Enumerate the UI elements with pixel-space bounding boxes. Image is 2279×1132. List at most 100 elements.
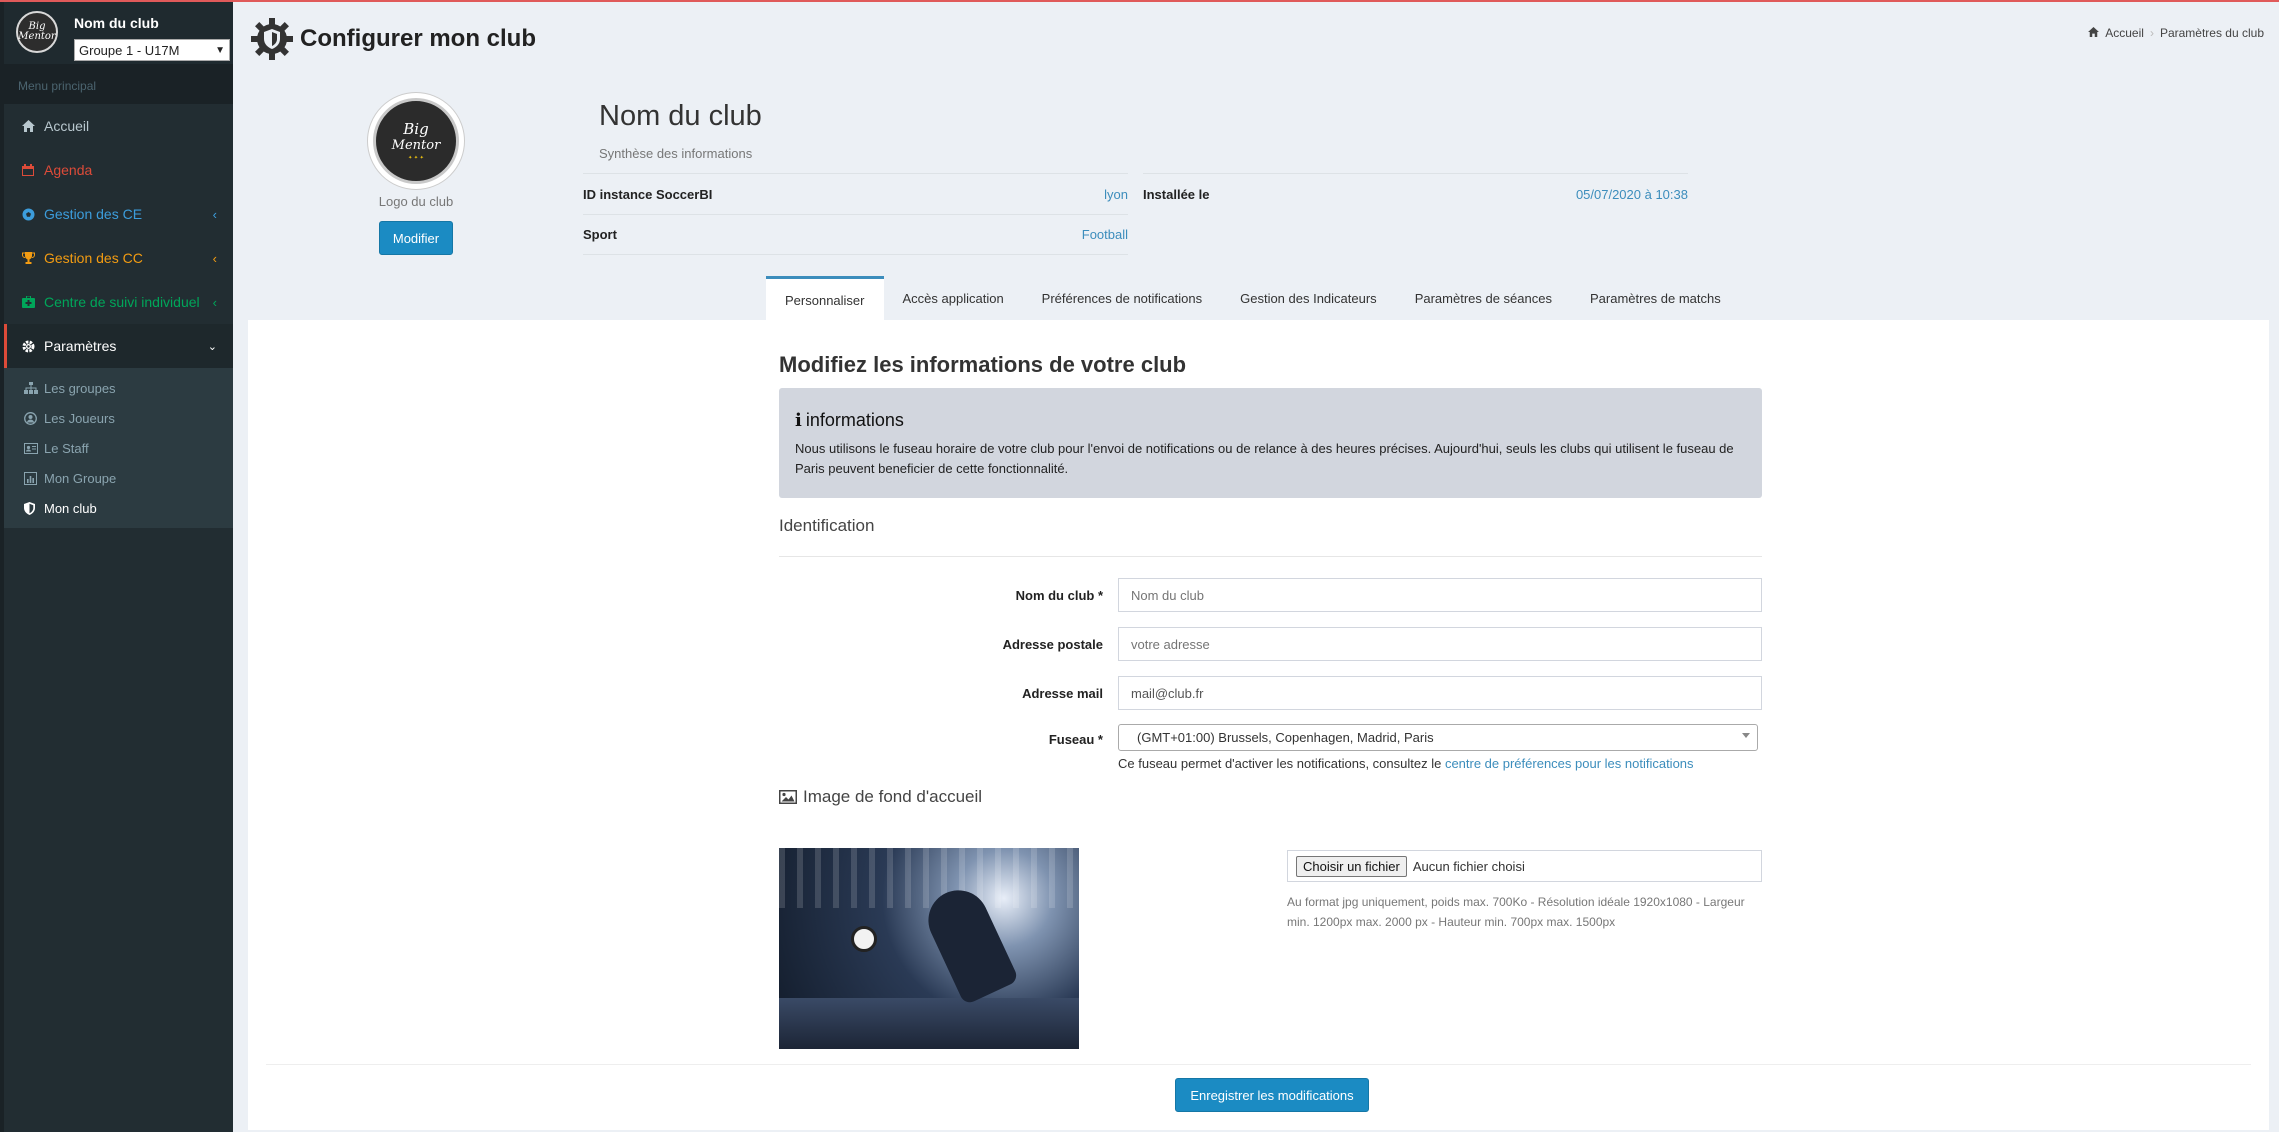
- club-subtitle: Synthèse des informations: [599, 146, 753, 161]
- user-circle-icon: [24, 411, 44, 425]
- sidebar-subitem-label: Les groupes: [44, 380, 116, 396]
- image-section-label: Image de fond d'accueil: [803, 787, 983, 806]
- main-content: Configurer mon club Accueil › Paramètres…: [233, 2, 2279, 1132]
- timezone-select[interactable]: (GMT+01:00) Brussels, Copenhagen, Madrid…: [1118, 724, 1758, 751]
- soccer-ball-icon: [22, 208, 44, 221]
- group-select[interactable]: Groupe 1 - U17M ▼: [74, 39, 230, 61]
- info-icon: i: [795, 410, 802, 431]
- sidebar-subitem-staff[interactable]: Le Staff: [4, 433, 233, 463]
- file-help: Au format jpg uniquement, poids max. 700…: [1287, 895, 1745, 929]
- sidebar-subitem-mon-club[interactable]: Mon club: [4, 493, 233, 523]
- tabs: Personnaliser Accès application Préféren…: [766, 276, 1740, 321]
- shield-icon: [24, 501, 44, 515]
- chevron-down-icon: ▼: [215, 44, 225, 56]
- choose-file-button[interactable]: Choisir un fichier: [1296, 855, 1407, 877]
- alert-title-text: informations: [805, 410, 904, 430]
- club-name-input[interactable]: [1118, 578, 1762, 612]
- info-value[interactable]: lyon: [1104, 187, 1128, 202]
- tab-gestion-indicateurs[interactable]: Gestion des Indicateurs: [1221, 276, 1396, 321]
- sidebar-item-label: Centre de suivi individuel: [44, 294, 200, 310]
- info-value[interactable]: Football: [1082, 227, 1128, 242]
- notifications-preferences-link[interactable]: centre de préférences pour les notificat…: [1445, 756, 1694, 771]
- address-label: Adresse postale: [1002, 637, 1103, 652]
- breadcrumb-current: Paramètres du club: [2159, 26, 2264, 40]
- timezone-label: Fuseau *: [1048, 732, 1103, 747]
- sidebar-subitem-label: Mon Groupe: [44, 470, 117, 486]
- info-key: ID instance SoccerBI: [583, 186, 713, 202]
- logo-decoration: ✦ ✦ ✦: [408, 154, 424, 161]
- home-icon: [2088, 26, 2100, 40]
- sidebar-subitem-label: Le Staff: [44, 440, 89, 456]
- timezone-help-text: Ce fuseau permet d'activer les notificat…: [1118, 756, 1442, 771]
- logo-label: Logo du club: [378, 194, 454, 209]
- sidebar-subitem-label: Mon club: [44, 500, 97, 516]
- pitch: [779, 998, 1079, 1049]
- club-logo: Big Mentor ✦ ✦ ✦: [367, 92, 465, 190]
- modify-logo-button[interactable]: Modifier: [379, 221, 453, 255]
- image-section-title: Image de fond d'accueil: [779, 787, 982, 807]
- form-card: Modifiez les informations de votre club …: [248, 320, 2269, 1130]
- breadcrumb: Accueil › Paramètres du club: [2088, 26, 2264, 40]
- sidebar-item-label: Agenda: [44, 162, 93, 178]
- club-name-label: Nom du club *: [1015, 588, 1103, 603]
- breadcrumb-link-accueil[interactable]: Accueil: [2105, 26, 2144, 40]
- group-select-value: Groupe 1 - U17M: [79, 42, 180, 58]
- alert-text: Nous utilisons le fuseau horaire de votr…: [795, 441, 1734, 476]
- chevron-left-icon: ‹: [212, 250, 217, 266]
- logo-text: Mentor: [391, 137, 441, 153]
- club-logo-small[interactable]: Big Mentor: [16, 11, 58, 53]
- submenu-parametres: Les groupes Les Joueurs Le Staff Mon Gro…: [4, 368, 233, 528]
- tab-parametres-matchs[interactable]: Paramètres de matchs: [1571, 276, 1740, 321]
- chevron-down-icon: [1742, 733, 1750, 738]
- divider: [266, 1064, 2251, 1065]
- sidebar-item-agenda[interactable]: Agenda: [4, 148, 233, 192]
- save-button[interactable]: Enregistrer les modifications: [1175, 1078, 1369, 1112]
- calendar-icon: [22, 164, 44, 176]
- home-icon: [22, 120, 44, 132]
- info-key: Installée le: [1143, 186, 1210, 202]
- email-input[interactable]: [1118, 676, 1762, 710]
- background-image-preview: [779, 848, 1079, 1049]
- id-card-icon: [24, 442, 44, 454]
- file-status: Aucun fichier choisi: [1412, 858, 1525, 874]
- logo-text: Big: [403, 119, 429, 138]
- info-key: Sport: [583, 227, 617, 242]
- chevron-left-icon: ‹: [212, 294, 217, 310]
- address-input[interactable]: [1118, 627, 1762, 661]
- sidebar-club-name: Nom du club: [74, 15, 159, 31]
- sidebar-item-accueil[interactable]: Accueil: [4, 104, 233, 148]
- sidebar-item-gestion-ce[interactable]: Gestion des CE ‹: [4, 192, 233, 236]
- sidebar-subitem-label: Les Joueurs: [44, 410, 115, 426]
- file-input[interactable]: Choisir un fichier Aucun fichier choisi: [1287, 850, 1762, 882]
- section-identification: Identification: [779, 516, 875, 535]
- soccer-ball: [851, 926, 877, 952]
- info-value: 05/07/2020 à 10:38: [1575, 186, 1688, 202]
- info-row-installed: Installée le 05/07/2020 à 10:38: [1143, 173, 1688, 214]
- timezone-help: Ce fuseau permet d'activer les notificat…: [1118, 756, 1694, 771]
- tab-parametres-seances[interactable]: Paramètres de séances: [1396, 276, 1571, 321]
- info-row-sport: Sport Football: [583, 214, 1128, 255]
- tab-acces-application[interactable]: Accès application: [884, 276, 1023, 321]
- image-icon: [779, 790, 797, 804]
- sidebar-subitem-mon-groupe[interactable]: Mon Groupe: [4, 463, 233, 493]
- chart-icon: [24, 471, 44, 485]
- sidebar-item-suivi-individuel[interactable]: Centre de suivi individuel ‹: [4, 280, 233, 324]
- sidebar-item-gestion-cc[interactable]: Gestion des CC ‹: [4, 236, 233, 280]
- email-label: Adresse mail: [1022, 686, 1103, 701]
- divider: [779, 556, 1762, 557]
- alert-title: i informations: [795, 410, 1746, 431]
- timezone-value: (GMT+01:00) Brussels, Copenhagen, Madrid…: [1137, 730, 1434, 745]
- breadcrumb-separator: ›: [2149, 26, 2154, 40]
- page-header: Configurer mon club: [250, 17, 536, 61]
- sidebar-subitem-groupes[interactable]: Les groupes: [4, 373, 233, 403]
- sitemap-icon: [24, 382, 44, 394]
- club-logo-image: Big Mentor ✦ ✦ ✦: [373, 98, 459, 184]
- info-row-instance: ID instance SoccerBI lyon: [583, 173, 1128, 214]
- club-name-heading: Nom du club: [599, 100, 762, 132]
- tab-personnaliser[interactable]: Personnaliser: [766, 276, 884, 321]
- menu-section-label: Menu principal: [4, 64, 233, 104]
- tab-preferences-notifications[interactable]: Préférences de notifications: [1023, 276, 1221, 321]
- sidebar-subitem-joueurs[interactable]: Les Joueurs: [4, 403, 233, 433]
- sidebar-item-parametres[interactable]: Paramètres ⌄: [4, 324, 233, 368]
- info-alert: i informations Nous utilisons le fuseau …: [779, 388, 1762, 498]
